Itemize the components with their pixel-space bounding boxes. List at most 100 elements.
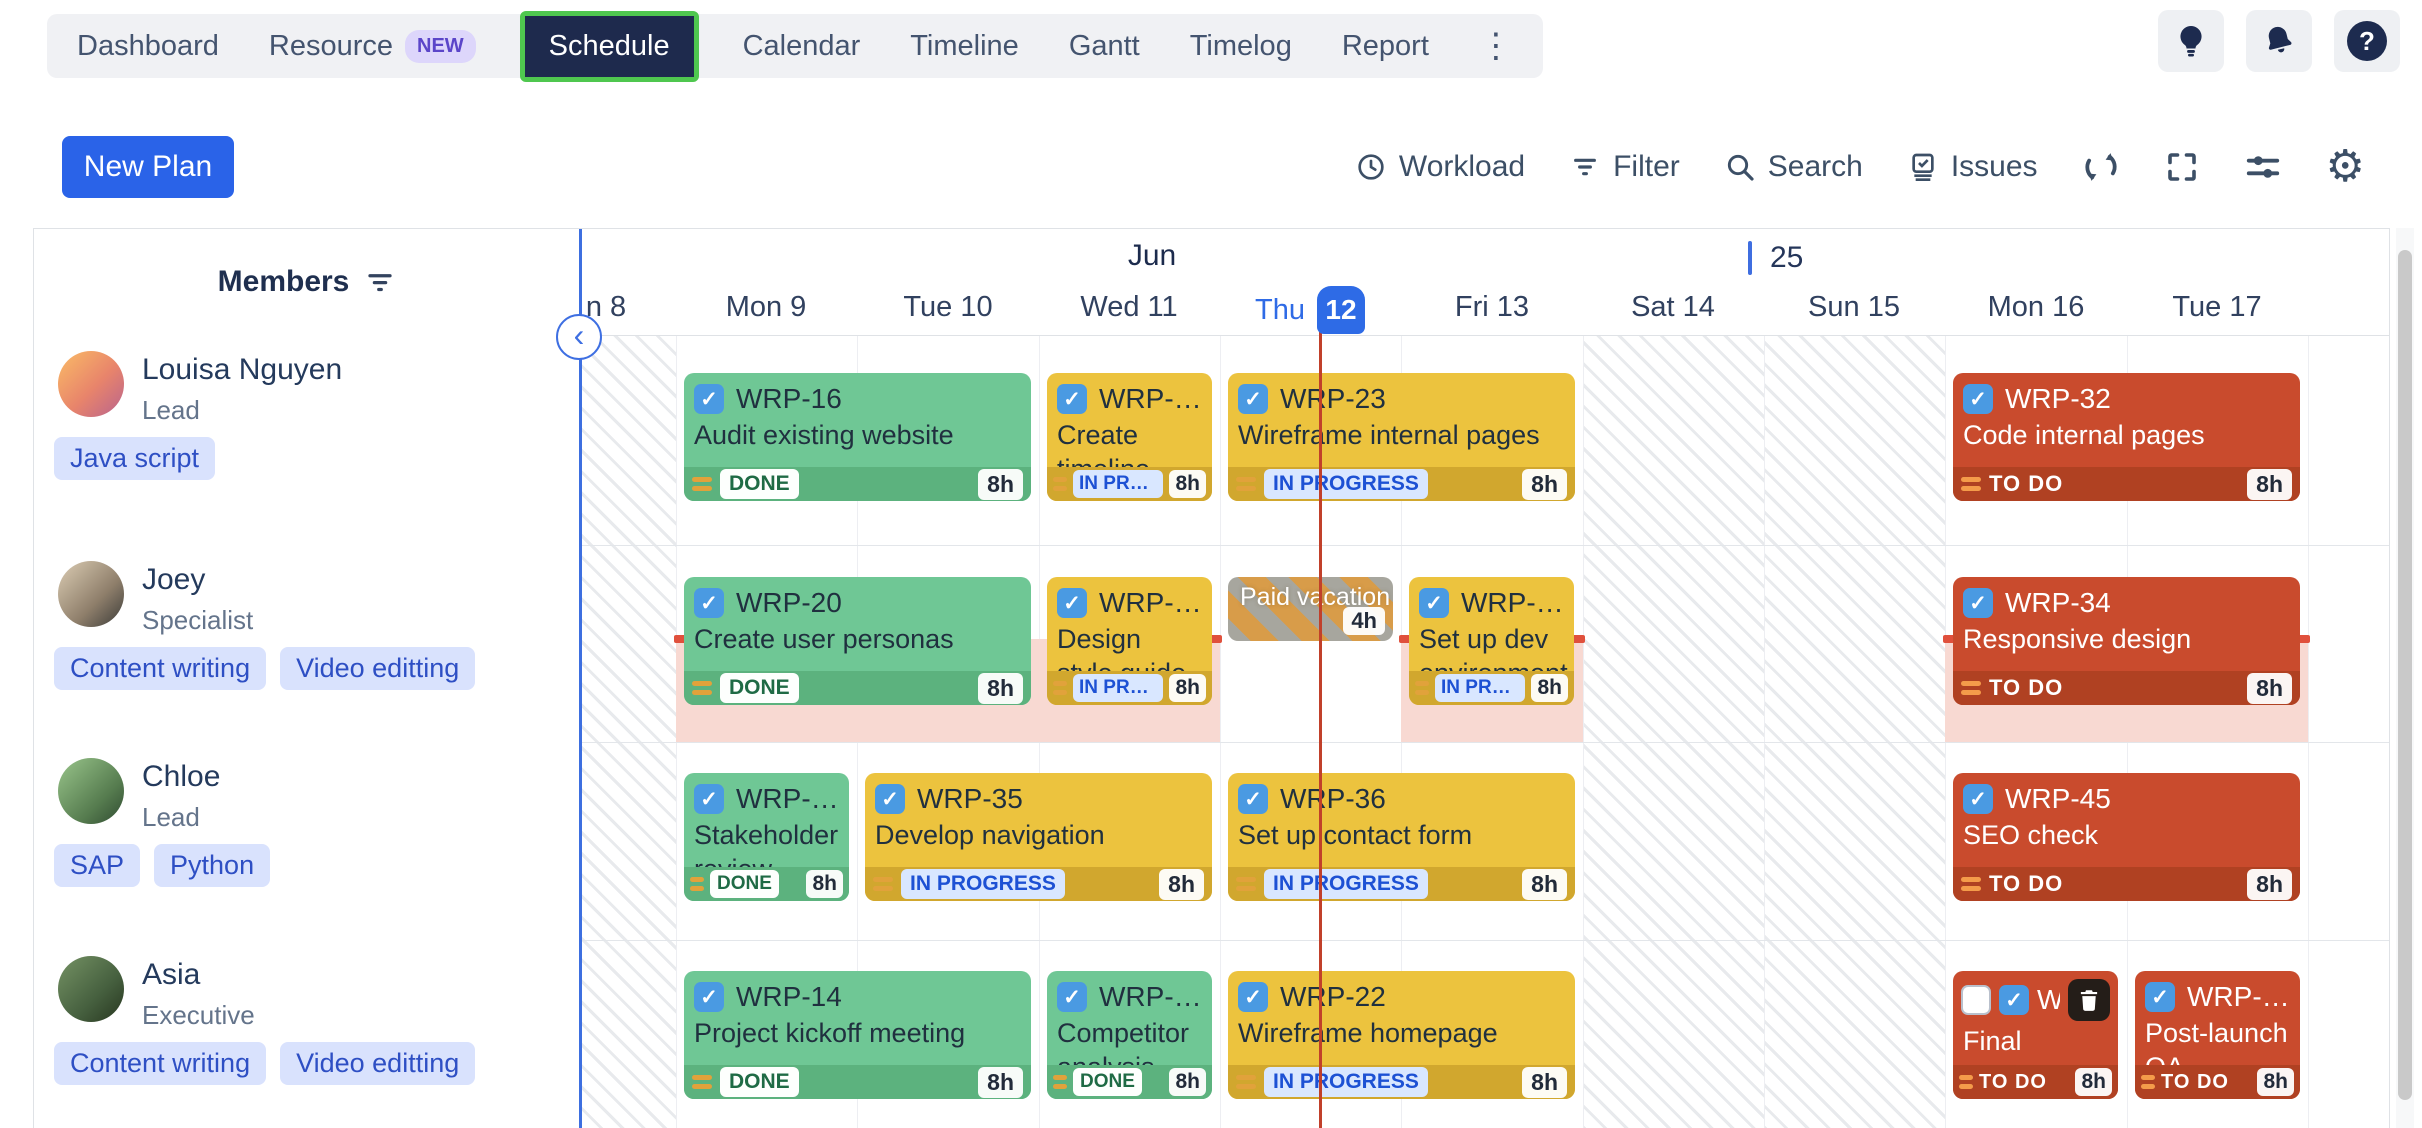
task-title: Set up contact form [1228, 815, 1575, 853]
bell-icon [2257, 19, 2301, 63]
task-card-wrp-30[interactable]: ✓WRP-30 Set up dev environment IN PRO...… [1409, 577, 1574, 705]
sync-button[interactable] [2082, 148, 2120, 186]
hours-badge: 8h [1169, 674, 1206, 702]
task-card-wrp-27[interactable]: ✓WRP-27 Stakeholder review DONE8h [684, 773, 849, 901]
tab-timelog-label: Timelog [1190, 30, 1292, 63]
task-card-wrp-35[interactable]: ✓WRP-35 Develop navigation IN PROGRESS8h [865, 773, 1212, 901]
task-card-wrp-14[interactable]: ✓WRP-14 Project kickoff meeting DONE8h [684, 971, 1031, 1099]
task-checkbox[interactable]: ✓ [1963, 588, 1993, 618]
search-button[interactable]: Search [1724, 150, 1863, 184]
task-checkbox[interactable]: ✓ [694, 384, 724, 414]
day-header-wed18: We [2324, 291, 2390, 327]
check-icon: ✓ [700, 591, 718, 616]
task-checkbox[interactable]: ✓ [694, 588, 724, 618]
task-card-wrp-45[interactable]: ✓WRP-45 SEO check TO DO8h [1953, 773, 2300, 901]
task-checkbox[interactable]: ✓ [1419, 588, 1449, 618]
task-checkbox[interactable]: ✓ [1057, 384, 1087, 414]
priority-medium-icon [1415, 681, 1429, 695]
hours-badge: 8h [1169, 470, 1206, 498]
task-checkbox[interactable]: ✓ [1999, 985, 2029, 1015]
task-checkbox[interactable]: ✓ [875, 784, 905, 814]
member-row-joey[interactable]: Joey Specialist Content writing Video ed… [34, 545, 579, 742]
check-icon: ✓ [700, 387, 718, 412]
more-menu-icon[interactable]: ⋮ [1479, 29, 1513, 63]
tab-schedule[interactable]: Schedule [525, 16, 694, 77]
idea-button[interactable] [2158, 10, 2224, 72]
task-checkbox[interactable]: ✓ [1238, 784, 1268, 814]
priority-medium-icon [1961, 477, 1981, 491]
check-icon: ✓ [2005, 988, 2023, 1013]
tab-timeline[interactable]: Timeline [910, 30, 1019, 63]
task-checkbox[interactable]: ✓ [1238, 982, 1268, 1012]
task-card-final-content-load[interactable]: ✓ W... Final content load TO DO8h [1953, 971, 2118, 1099]
scrollbar-thumb[interactable] [2398, 250, 2412, 1100]
tab-calendar[interactable]: Calendar [743, 30, 861, 63]
task-card-wrp-19[interactable]: ✓WRP-19 Competitor analysis DONE8h [1047, 971, 1212, 1099]
status-badge: TO DO [2161, 1071, 2229, 1094]
member-row-asia[interactable]: Asia Executive Content writing Video edi… [34, 940, 579, 1128]
member-row-chloe[interactable]: Chloe Lead SAP Python [34, 742, 579, 940]
task-checkbox[interactable]: ✓ [2145, 982, 2175, 1012]
tab-timelog[interactable]: Timelog [1190, 30, 1292, 63]
tab-gantt[interactable]: Gantt [1069, 30, 1140, 63]
hours-badge: 8h [2075, 1068, 2112, 1096]
select-checkbox[interactable] [1961, 985, 1991, 1015]
collapse-panel-button[interactable]: ‹ [556, 314, 602, 360]
task-card-wrp-22[interactable]: ✓WRP-22 Wireframe homepage IN PROGRESS8h [1228, 971, 1575, 1099]
priority-medium-icon [690, 877, 704, 891]
priority-medium-icon [873, 877, 893, 891]
workload-button[interactable]: Workload [1355, 150, 1525, 184]
task-card-wrp-36[interactable]: ✓WRP-36 Set up contact form IN PROGRESS8… [1228, 773, 1575, 901]
check-icon: ✓ [1244, 787, 1262, 812]
task-card-wrp-16[interactable]: ✓WRP-16 Audit existing website DONE8h [684, 373, 1031, 501]
tab-report[interactable]: Report [1342, 30, 1429, 63]
issues-button[interactable]: Issues [1907, 150, 2038, 184]
view-settings-button[interactable] [2244, 148, 2282, 186]
task-checkbox[interactable]: ✓ [694, 982, 724, 1012]
today-date-badge: 12 [1317, 286, 1365, 334]
delete-task-button[interactable] [2068, 979, 2110, 1021]
task-checkbox[interactable]: ✓ [1057, 588, 1087, 618]
task-checkbox[interactable]: ✓ [1057, 982, 1087, 1012]
notifications-button[interactable] [2246, 10, 2312, 72]
members-header: Members [34, 265, 579, 299]
new-plan-button[interactable]: New Plan [62, 136, 234, 198]
hours-badge: 8h [1169, 1068, 1206, 1096]
task-card-wrp-48[interactable]: ✓WRP-48 Post-launch QA TO DO8h [2135, 971, 2300, 1099]
settings-button[interactable]: ⚙ [2326, 145, 2365, 189]
tab-dashboard[interactable]: Dashboard [77, 30, 219, 63]
members-panel: Members Louisa Nguyen Lead Java script J… [34, 229, 579, 1128]
task-card-wrp-24[interactable]: ✓WRP-24 Design style guide IN PRO...8h [1047, 577, 1212, 705]
task-card-wrp-20[interactable]: ✓WRP-20 Create user personas DONE8h [684, 577, 1031, 705]
vacation-block[interactable]: Paid vacation 4h [1228, 577, 1393, 641]
task-checkbox[interactable]: ✓ [1963, 784, 1993, 814]
priority-medium-icon [1053, 1075, 1067, 1089]
fullscreen-button[interactable] [2164, 149, 2200, 185]
task-card-wrp-18[interactable]: ✓WRP-18 Create timeline IN PRO...8h [1047, 373, 1212, 501]
help-button[interactable]: ? [2334, 10, 2400, 72]
skill-tag: Content writing [54, 647, 266, 690]
members-filter-icon[interactable] [365, 267, 395, 297]
task-card-wrp-32[interactable]: ✓WRP-32 Code internal pages TO DO8h [1953, 373, 2300, 501]
task-card-wrp-34[interactable]: ✓WRP-34 Responsive design TO DO8h [1953, 577, 2300, 705]
skill-tag: SAP [54, 844, 140, 887]
task-card-wrp-23[interactable]: ✓WRP-23 Wireframe internal pages IN PROG… [1228, 373, 1575, 501]
task-title: Audit existing website [684, 415, 1031, 453]
task-checkbox[interactable]: ✓ [694, 784, 724, 814]
tab-resource[interactable]: Resource NEW [269, 30, 476, 63]
check-icon: ✓ [1244, 387, 1262, 412]
priority-medium-icon [692, 1075, 712, 1089]
task-checkbox[interactable]: ✓ [1963, 384, 1993, 414]
task-checkbox[interactable]: ✓ [1238, 384, 1268, 414]
priority-medium-icon [1961, 681, 1981, 695]
status-badge: DONE [710, 870, 779, 898]
status-badge: IN PROGRESS [1264, 869, 1428, 899]
member-tags: Content writing Video editting [54, 647, 475, 690]
avatar [58, 758, 124, 824]
member-row-louisa[interactable]: Louisa Nguyen Lead Java script [34, 335, 579, 545]
new-badge: NEW [405, 30, 476, 63]
day-header-tue10: Tue 10 [858, 291, 1038, 327]
hours-badge: 8h [1159, 869, 1204, 900]
filter-button[interactable]: Filter [1569, 150, 1680, 184]
skill-tag: Java script [54, 437, 215, 480]
